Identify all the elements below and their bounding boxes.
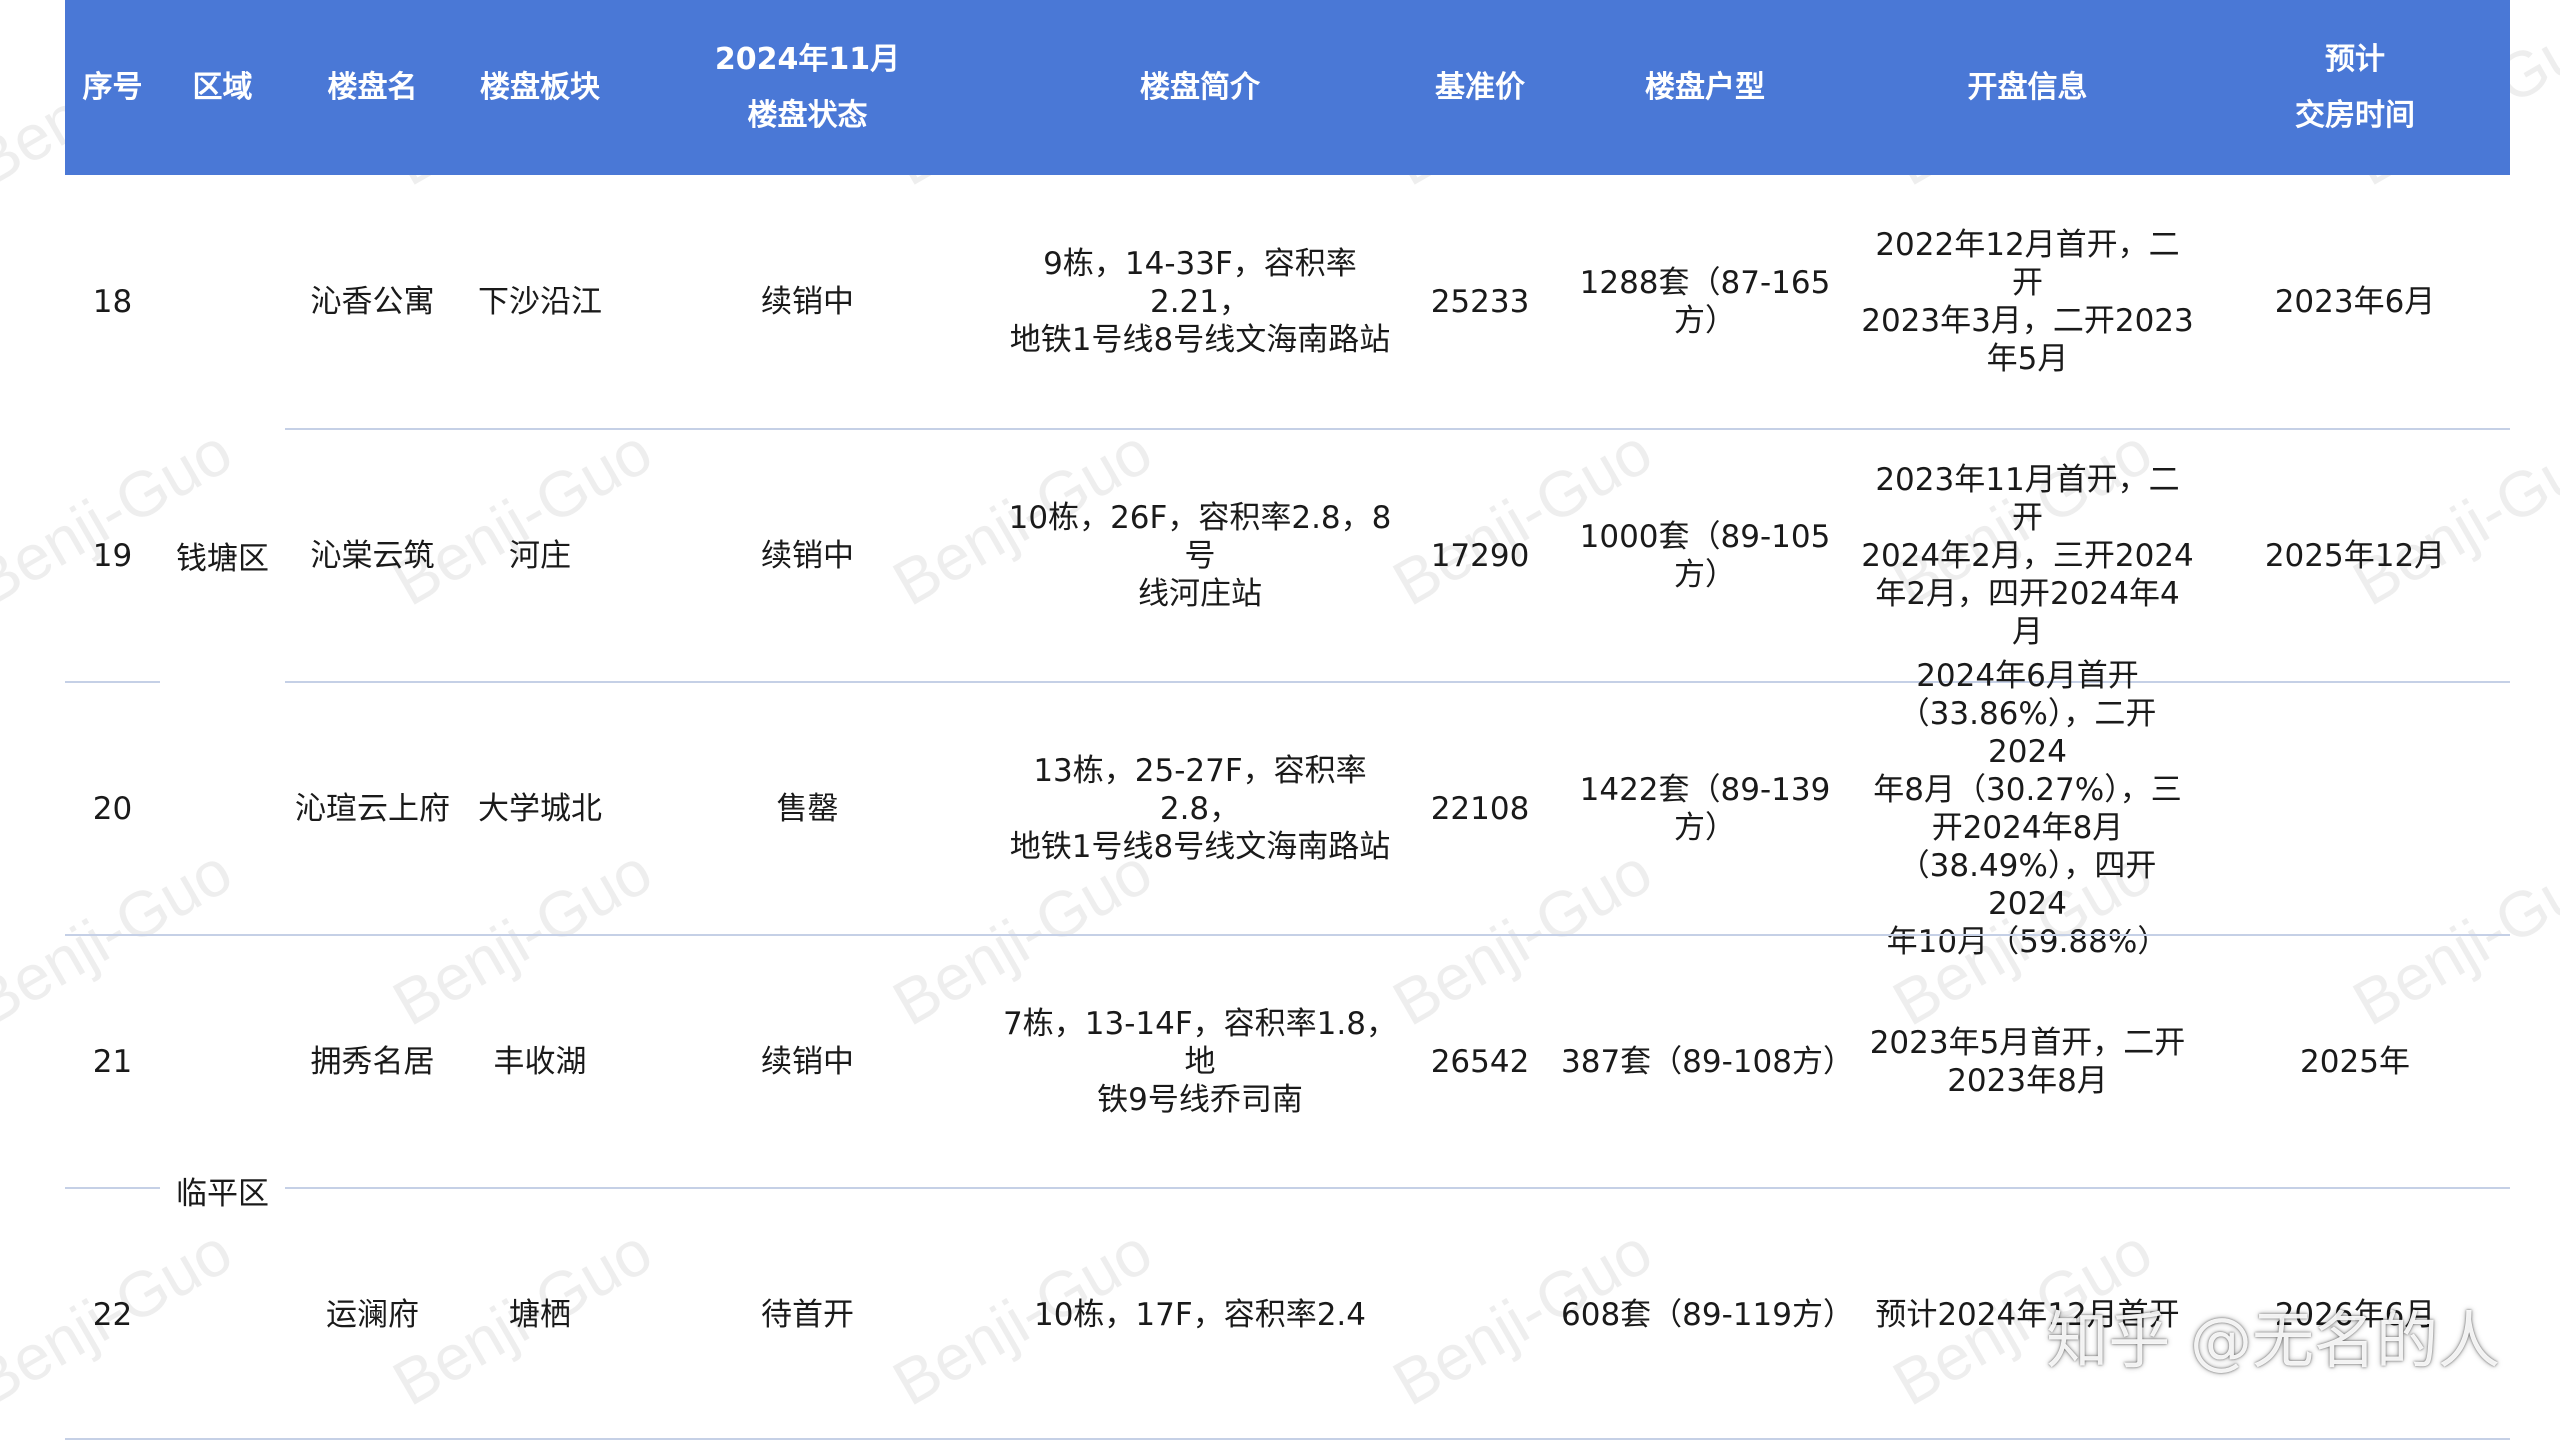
table-row: 20 沁瑄云上府 大学城北 售罄 13栋，25-27F，容积率2.8， 地铁1号… — [65, 658, 2510, 960]
intro-line: 铁9号线乔司南 — [1097, 1081, 1303, 1118]
cell-price — [1405, 1188, 1555, 1440]
cell-opening: 2023年5月首开，二开 2023年8月 — [1855, 935, 2200, 1188]
cell-intro: 10栋，26F，容积率2.8，8号 线河庄站 — [995, 429, 1405, 682]
opening-line: 2023年11月首开，二开 — [1875, 461, 2180, 536]
cell-delivery — [2200, 682, 2510, 935]
header-cell-intro: 楼盘简介 — [1140, 69, 1260, 105]
cell-block: 丰收湖 — [493, 1043, 587, 1080]
intro-line: 地铁1号线8号线文海南路站 — [1009, 828, 1391, 865]
intro-line: 10栋，17F，容积率2.4 — [1033, 1296, 1367, 1333]
intro-line: 7栋，13-14F，容积率1.8，地 — [1003, 1005, 1397, 1080]
header-cell-name: 楼盘名 — [327, 69, 418, 105]
header-cell-district: 区域 — [192, 69, 253, 105]
intro-line: 10栋，26F，容积率2.8，8号 — [1008, 499, 1392, 574]
district-qiantang: 钱塘区 — [176, 540, 269, 577]
table-row: 18 沁香公寓 下沙沿江 续销中 9栋，14-33F，容积率2.21， 地铁1号… — [65, 175, 2510, 428]
intro-line: 地铁1号线8号线文海南路站 — [1009, 321, 1391, 358]
zhihu-watermark: 知乎 @无名的人 — [2046, 1304, 2500, 1377]
cell-name: 拥秀名居 — [310, 1043, 435, 1080]
opening-line: 年5月 — [1986, 340, 2069, 377]
cell-status: 续销中 — [761, 283, 854, 320]
opening-line: 2024年6月首开 — [1916, 657, 2139, 694]
cell-intro: 10栋，17F，容积率2.4 — [995, 1188, 1405, 1440]
cell-delivery: 2025年 — [2300, 1043, 2410, 1080]
cell-status: 续销中 — [761, 1043, 854, 1080]
opening-line: 2023年8月 — [1947, 1062, 2108, 1099]
header-cell-status: 2024年11月 楼盘状态 — [714, 41, 901, 133]
cell-intro: 7栋，13-14F，容积率1.8，地 铁9号线乔司南 — [995, 935, 1405, 1188]
cell-units: 1422套（89-139方） — [1579, 771, 1831, 846]
cell-intro: 9栋，14-33F，容积率2.21， 地铁1号线8号线文海南路站 — [995, 175, 1405, 428]
cell-status: 待首开 — [761, 1296, 854, 1333]
cell-status: 售罄 — [776, 790, 839, 827]
cell-delivery: 2023年6月 — [2274, 283, 2436, 320]
cell-price: 17290 — [1430, 537, 1530, 574]
cell-no: 19 — [92, 537, 133, 574]
cell-price: 22108 — [1430, 790, 1530, 827]
district-linping: 临平区 — [176, 1175, 269, 1212]
cell-units: 1000套（89-105方） — [1579, 518, 1831, 593]
header-cell-block: 楼盘板块 — [480, 69, 600, 105]
cell-no: 18 — [92, 283, 133, 320]
intro-line: 9栋，14-33F，容积率2.21， — [1043, 245, 1357, 320]
table-row: 21 拥秀名居 丰收湖 续销中 7栋，13-14F，容积率1.8，地 铁9号线乔… — [65, 935, 2510, 1188]
opening-line: 开2024年8月 — [1931, 809, 2124, 846]
opening-line: （38.49%），四开2024 — [1898, 847, 2157, 922]
cell-name: 沁棠云筑 — [310, 537, 435, 574]
cell-opening: 2024年6月首开 （33.86%），二开2024 年8月（30.27%），三 … — [1855, 658, 2200, 960]
cell-units: 608套（89-119方） — [1561, 1296, 1854, 1333]
opening-line: 2024年2月，三开2024 — [1861, 537, 2194, 574]
cell-block: 塘栖 — [509, 1296, 571, 1333]
cell-name: 运澜府 — [326, 1296, 419, 1333]
cell-delivery: 2025年12月 — [2264, 537, 2446, 574]
opening-line: 2023年3月，二开2023 — [1861, 302, 2194, 339]
cell-block: 河庄 — [509, 537, 571, 574]
cell-block: 大学城北 — [478, 790, 602, 827]
header-cell-no: 序号 — [82, 69, 143, 105]
cell-no: 22 — [92, 1296, 133, 1333]
cell-status: 续销中 — [761, 537, 854, 574]
header-cell-opening: 开盘信息 — [1967, 69, 2088, 105]
header-cell-units: 楼盘户型 — [1645, 69, 1765, 105]
cell-name: 沁瑄云上府 — [295, 790, 450, 827]
intro-line: 13栋，25-27F，容积率2.8， — [1033, 752, 1367, 827]
cell-opening: 2023年11月首开，二开 2024年2月，三开2024 年2月，四开2024年… — [1855, 429, 2200, 682]
page: Benji-Guo Benji-Guo Benji-Guo Benji-Guo … — [0, 0, 2560, 1440]
cell-units: 1288套（87-165方） — [1579, 264, 1831, 339]
cell-no: 20 — [92, 790, 133, 827]
header-cell-delivery: 预计 交房时间 — [2295, 41, 2415, 133]
opening-line: 年2月，四开2024年4月 — [1875, 575, 2180, 650]
opening-line: 2023年5月首开，二开 — [1869, 1024, 2186, 1061]
header-cell-price: 基准价 — [1435, 69, 1525, 105]
cell-no: 21 — [92, 1043, 133, 1080]
cell-units: 387套（89-108方） — [1561, 1043, 1854, 1080]
cell-price: 26542 — [1430, 1043, 1530, 1080]
opening-line: 年8月（30.27%），三 — [1873, 771, 2182, 808]
cell-opening: 2022年12月首开，二开 2023年3月，二开2023 年5月 — [1855, 175, 2200, 428]
cell-name: 沁香公寓 — [310, 283, 435, 320]
opening-line: （33.86%），二开2024 — [1898, 695, 2157, 770]
opening-line: 2022年12月首开，二开 — [1875, 226, 2180, 301]
intro-line: 线河庄站 — [1138, 575, 1262, 612]
table-header: 序号 区域 楼盘名 楼盘板块 2024年11月 楼盘状态 楼盘简介 基准价 楼盘… — [65, 0, 2510, 175]
cell-block: 下沙沿江 — [478, 283, 602, 320]
cell-price: 25233 — [1430, 283, 1530, 320]
table-row: 19 沁棠云筑 河庄 续销中 10栋，26F，容积率2.8，8号 线河庄站 17… — [65, 429, 2510, 682]
cell-intro: 13栋，25-27F，容积率2.8， 地铁1号线8号线文海南路站 — [995, 682, 1405, 935]
